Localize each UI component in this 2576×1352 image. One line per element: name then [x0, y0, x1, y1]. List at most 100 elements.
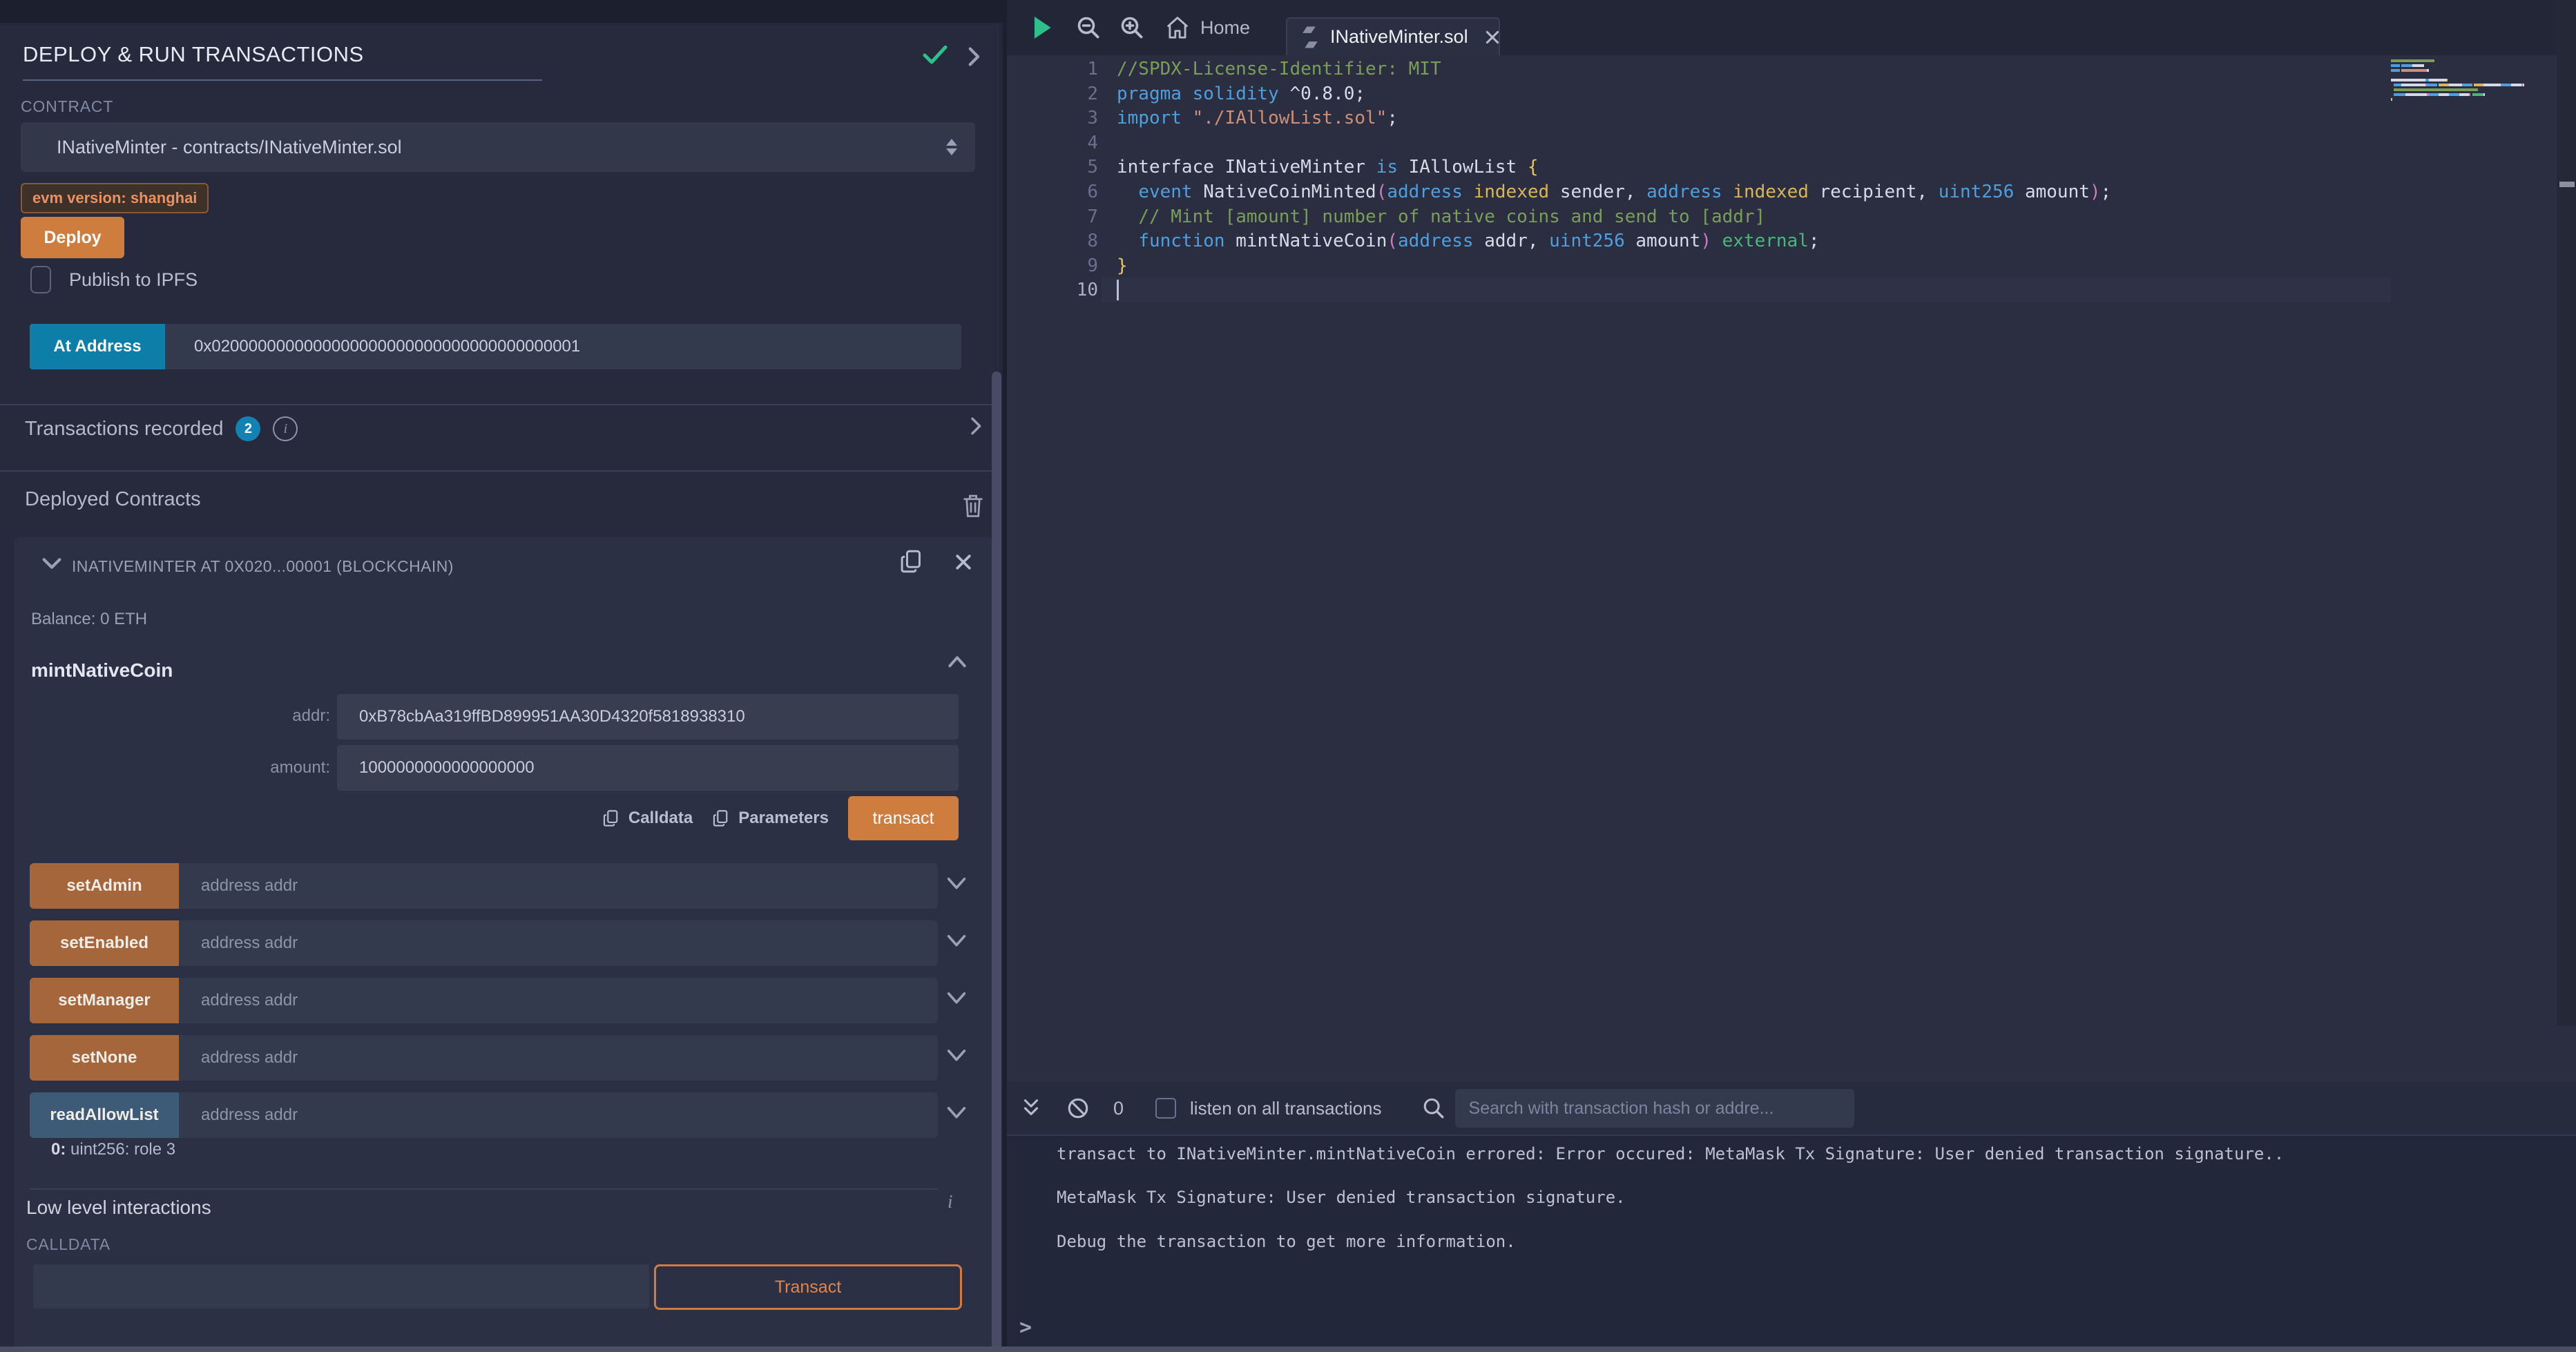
function-name-mintnativecoin: mintNativeCoin — [31, 659, 173, 682]
zoom-in-icon[interactable] — [1119, 0, 1144, 55]
listen-all-transactions-label: listen on all transactions — [1190, 1098, 1381, 1119]
trash-icon[interactable] — [961, 492, 985, 519]
transactions-recorded-section[interactable]: Transactions recorded 2 i — [25, 409, 298, 448]
line-number: 4 — [1050, 133, 1098, 153]
function-row-setadmin: setAdmin — [30, 863, 938, 909]
readallowlist-input[interactable] — [179, 1092, 938, 1138]
editor-minimap[interactable] — [2391, 58, 2557, 106]
select-stepper-icon — [946, 139, 957, 155]
remove-contract-close-icon[interactable] — [953, 552, 974, 572]
cursor-position-marker — [2559, 182, 2575, 187]
terminal-log-line: transact to INativeMinter.mintNativeCoin… — [1057, 1144, 2284, 1163]
terminal-collapse-double-chevron-icon[interactable] — [1021, 1097, 1041, 1120]
terminal-prompt[interactable]: > — [1019, 1315, 1032, 1340]
transactions-recorded-label: Transactions recorded — [25, 418, 223, 441]
copy-address-icon[interactable] — [899, 548, 924, 575]
tab-home[interactable]: Home — [1164, 0, 1250, 55]
contract-label: CONTRACT — [21, 97, 113, 116]
solidity-file-icon — [1301, 26, 1319, 49]
home-tab-label: Home — [1200, 17, 1250, 39]
copy-parameters-action[interactable]: Parameters — [712, 808, 829, 829]
setadmin-button[interactable]: setAdmin — [30, 863, 179, 909]
setadmin-input[interactable] — [179, 863, 938, 909]
code-line: 8 function mintNativeCoin(address addr, … — [1007, 229, 2576, 253]
at-address-input[interactable] — [165, 324, 961, 369]
line-number: 6 — [1050, 182, 1098, 202]
code-editor: Home INativeMinter.sol 1//SPDX-License-I… — [1007, 0, 2576, 1082]
contract-select[interactable]: INativeMinter - contracts/INativeMinter.… — [21, 122, 975, 172]
setmanager-input[interactable] — [179, 978, 938, 1023]
amount-field-input[interactable] — [337, 745, 959, 791]
panel-scrollbar[interactable] — [992, 371, 1001, 1352]
copy-calldata-action[interactable]: Calldata — [602, 808, 693, 829]
terminal-panel: 0 listen on all transactions transact to… — [1007, 1082, 2576, 1346]
readallowlist-button[interactable]: readAllowList — [30, 1092, 179, 1138]
code-line: 7 // Mint [amount] number of native coin… — [1007, 204, 2576, 229]
code-line: 3import "./IAllowList.sol"; — [1007, 106, 2576, 131]
editor-scrollbar[interactable] — [2557, 0, 2576, 1025]
setnone-button[interactable]: setNone — [30, 1035, 179, 1081]
addr-field-input[interactable] — [337, 694, 959, 740]
calldata-action-label: Calldata — [628, 809, 693, 828]
contract-select-value: INativeMinter - contracts/INativeMinter.… — [57, 137, 946, 158]
clear-console-ban-icon[interactable] — [1066, 1097, 1090, 1120]
line-number: 9 — [1050, 255, 1098, 276]
setenabled-expand-chevron-down-icon[interactable] — [945, 931, 968, 952]
code-line: 2pragma solidity ^0.8.0; — [1007, 81, 2576, 106]
line-number: 7 — [1050, 206, 1098, 227]
code-content[interactable]: 1//SPDX-License-Identifier: MIT2pragma s… — [1007, 55, 2576, 1081]
calldata-input[interactable] — [33, 1264, 649, 1308]
file-tab-label: INativeMinter.sol — [1330, 26, 1468, 48]
code-line: 10 — [1007, 278, 2576, 302]
transactions-expand-chevron-right-icon[interactable] — [964, 415, 986, 437]
deploy-button[interactable]: Deploy — [21, 217, 124, 258]
evm-version-badge: evm version: shanghai — [21, 183, 209, 213]
deploy-run-panel: DEPLOY & RUN TRANSACTIONS CONTRACT INati… — [0, 23, 999, 1352]
text-cursor — [1117, 280, 1119, 300]
terminal-toolbar: 0 listen on all transactions — [1007, 1082, 2576, 1136]
low-level-interactions-title: Low level interactions — [26, 1197, 211, 1219]
tab-inativeminter-sol[interactable]: INativeMinter.sol — [1286, 17, 1500, 55]
setmanager-expand-chevron-down-icon[interactable] — [945, 988, 968, 1009]
listen-all-transactions-checkbox[interactable] — [1155, 1098, 1176, 1119]
setenabled-input[interactable] — [179, 920, 938, 966]
section-divider — [0, 470, 999, 472]
section-divider — [0, 404, 999, 405]
function-row-setmanager: setManager — [30, 978, 938, 1023]
contract-collapse-chevron-down-icon[interactable] — [40, 553, 64, 574]
output-value: uint256: role 3 — [66, 1140, 175, 1159]
editor-tabbar: Home INativeMinter.sol — [1007, 0, 2576, 55]
close-tab-icon[interactable] — [1483, 28, 1501, 46]
setnone-expand-chevron-down-icon[interactable] — [945, 1045, 968, 1066]
publish-ipfs-label: Publish to IPFS — [69, 269, 198, 291]
zoom-out-icon[interactable] — [1076, 0, 1101, 55]
setnone-input[interactable] — [179, 1035, 938, 1081]
parameters-action-label: Parameters — [738, 809, 829, 828]
card-divider — [30, 1188, 939, 1190]
low-level-transact-button[interactable]: Transact — [654, 1264, 962, 1310]
transact-button[interactable]: transact — [848, 796, 959, 840]
code-line: 9} — [1007, 253, 2576, 278]
deployed-contracts-label: Deployed Contracts — [25, 488, 201, 511]
window-bottom-strip — [0, 1346, 2576, 1352]
readallowlist-expand-chevron-down-icon[interactable] — [945, 1103, 968, 1123]
code-line: 1//SPDX-License-Identifier: MIT — [1007, 57, 2576, 81]
setadmin-expand-chevron-down-icon[interactable] — [945, 873, 968, 894]
publish-ipfs-checkbox[interactable] — [30, 266, 51, 293]
at-address-button[interactable]: At Address — [30, 324, 165, 369]
run-script-play-icon[interactable] — [1030, 0, 1054, 55]
code-line: 5interface INativeMinter is IAllowList { — [1007, 155, 2576, 180]
function-row-readallowlist: readAllowList — [30, 1092, 938, 1138]
code-line: 6 event NativeCoinMinted(address indexed… — [1007, 180, 2576, 204]
title-underline — [23, 79, 542, 81]
setmanager-button[interactable]: setManager — [30, 978, 179, 1023]
panel-expand-chevron-right-icon[interactable] — [961, 45, 985, 68]
terminal-search-input[interactable] — [1455, 1089, 1854, 1128]
transact-action-row: Calldata Parameters transact — [337, 796, 959, 840]
calldata-label: CALLDATA — [26, 1235, 110, 1254]
function-collapse-chevron-up-icon[interactable] — [946, 653, 968, 672]
setenabled-button[interactable]: setEnabled — [30, 920, 179, 966]
function-row-setenabled: setEnabled — [30, 920, 938, 966]
panel-title: DEPLOY & RUN TRANSACTIONS — [23, 42, 364, 67]
compile-success-check-icon — [921, 44, 949, 67]
